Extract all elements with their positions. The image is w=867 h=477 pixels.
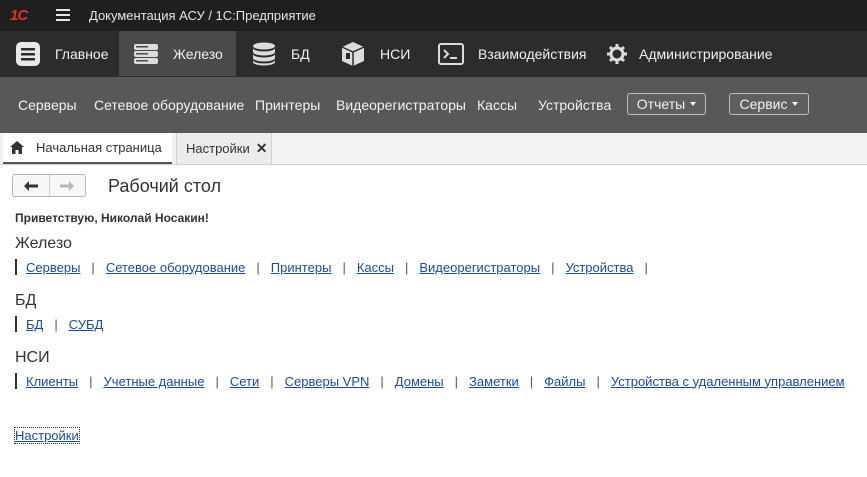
- links-nsi: Клиенты | Учетные данные | Сети | Серверы V…: [15, 373, 845, 389]
- separator: |: [89, 373, 93, 389]
- nav-item-main[interactable]: Главное: [15, 31, 115, 76]
- chevron-down-icon: [792, 102, 799, 106]
- close-icon[interactable]: ✕: [256, 140, 268, 157]
- separator: |: [644, 259, 648, 275]
- settings-link[interactable]: Настройки: [14, 427, 80, 444]
- tab-home[interactable]: Начальная страница: [3, 133, 172, 164]
- link-domains[interactable]: Домены: [395, 374, 444, 389]
- database-icon: [251, 41, 277, 67]
- open-tabs-bar: Начальная страница Настройки ✕: [0, 133, 867, 165]
- link-dbms[interactable]: СУБД: [69, 317, 104, 332]
- link-cash-registers[interactable]: Кассы: [357, 260, 394, 275]
- subnav-item-devices[interactable]: Устройства: [538, 97, 611, 113]
- subnav-item-printers[interactable]: Принтеры: [255, 97, 320, 113]
- nav-item-label: НСИ: [380, 45, 411, 62]
- link-notes[interactable]: Заметки: [469, 374, 519, 389]
- forward-button[interactable]: [48, 175, 86, 196]
- link-devices[interactable]: Устройства: [565, 260, 633, 275]
- separator: |: [551, 259, 555, 275]
- menu-list-icon: [15, 41, 41, 67]
- nav-item-label: Администрирование: [639, 45, 773, 62]
- separator: |: [454, 373, 459, 389]
- gear-icon: [604, 41, 630, 67]
- link-networks[interactable]: Сети: [230, 374, 259, 389]
- link-db[interactable]: БД: [26, 317, 43, 332]
- link-remote-devices[interactable]: Устройства с удаленным управлением: [611, 374, 845, 389]
- nav-item-label: Взаимодействия: [478, 45, 587, 62]
- link-vpn-servers[interactable]: Серверы VPN: [285, 374, 370, 389]
- link-servers[interactable]: Серверы: [26, 260, 80, 275]
- app-logo: 1С: [10, 7, 28, 24]
- chevron-down-icon: [690, 102, 697, 106]
- reports-dropdown-button[interactable]: Отчеты: [627, 93, 706, 115]
- server-icon: [133, 41, 159, 67]
- section-title-db: БД: [15, 292, 37, 309]
- hamburger-menu-icon[interactable]: [56, 9, 70, 21]
- separator: |: [270, 373, 274, 389]
- separator: |: [380, 373, 384, 389]
- tab-settings[interactable]: Настройки ✕: [176, 133, 272, 164]
- history-nav: [12, 174, 86, 197]
- links-db: БД | СУБД: [15, 316, 103, 332]
- subnav-item-network[interactable]: Сетевое оборудование: [94, 97, 244, 113]
- subnav-item-dvr[interactable]: Видеорегистраторы: [336, 97, 466, 113]
- separator: |: [256, 259, 260, 275]
- nav-item-db[interactable]: БД: [251, 31, 321, 76]
- separator: |: [404, 259, 409, 275]
- nav-item-label: Главное: [55, 45, 109, 62]
- separator: |: [529, 373, 534, 389]
- separator: |: [54, 316, 58, 332]
- links-hardware: Серверы | Сетевое оборудование | Принтеры |…: [15, 259, 659, 275]
- service-dropdown-button[interactable]: Сервис: [729, 93, 809, 115]
- link-files[interactable]: Файлы: [544, 374, 585, 389]
- subnav-item-cash[interactable]: Кассы: [477, 97, 517, 113]
- title-bar: 1С Документация АСУ / 1С:Предприятие: [0, 0, 867, 31]
- home-icon: [10, 141, 24, 154]
- separator: |: [215, 373, 219, 389]
- nav-item-hardware[interactable]: Железо: [119, 31, 236, 76]
- window-title: Документация АСУ / 1С:Предприятие: [89, 8, 316, 23]
- link-credentials[interactable]: Учетные данные: [104, 374, 205, 389]
- section-title-nsi: НСИ: [15, 349, 50, 366]
- tab-label: Начальная страница: [36, 140, 162, 155]
- nav-item-label: Железо: [173, 45, 223, 62]
- terminal-icon: [438, 41, 464, 67]
- link-video-recorders[interactable]: Видеорегистраторы: [419, 260, 540, 275]
- main-navigation: Главное Железо БД НСИ Взаимодействия Адм…: [0, 31, 867, 77]
- greeting-text: Приветствую, Николай Носакин!: [15, 211, 209, 225]
- nav-item-administration[interactable]: Администрирование: [604, 31, 774, 76]
- link-clients[interactable]: Клиенты: [26, 374, 78, 389]
- service-label: Сервис: [739, 96, 788, 112]
- reference-box-icon: [340, 41, 366, 67]
- separator: |: [596, 373, 600, 389]
- arrow-right-icon: [60, 180, 75, 191]
- subnav-item-servers[interactable]: Серверы: [18, 97, 77, 113]
- separator: |: [91, 259, 95, 275]
- nav-item-nsi[interactable]: НСИ: [340, 31, 420, 76]
- section-subnav: Серверы Сетевое оборудование Принтеры Ви…: [0, 77, 867, 133]
- nav-item-label: БД: [291, 45, 310, 62]
- tab-label: Настройки: [186, 141, 250, 156]
- nav-item-interactions[interactable]: Взаимодействия: [438, 31, 588, 76]
- back-button[interactable]: [13, 175, 49, 196]
- arrow-left-icon: [23, 180, 38, 191]
- page-title: Рабочий стол: [108, 176, 221, 196]
- reports-label: Отчеты: [636, 96, 686, 112]
- link-network-equipment[interactable]: Сетевое оборудование: [106, 260, 246, 275]
- separator: |: [342, 259, 346, 275]
- section-title-hardware: Железо: [15, 235, 72, 252]
- link-printers[interactable]: Принтеры: [271, 260, 332, 275]
